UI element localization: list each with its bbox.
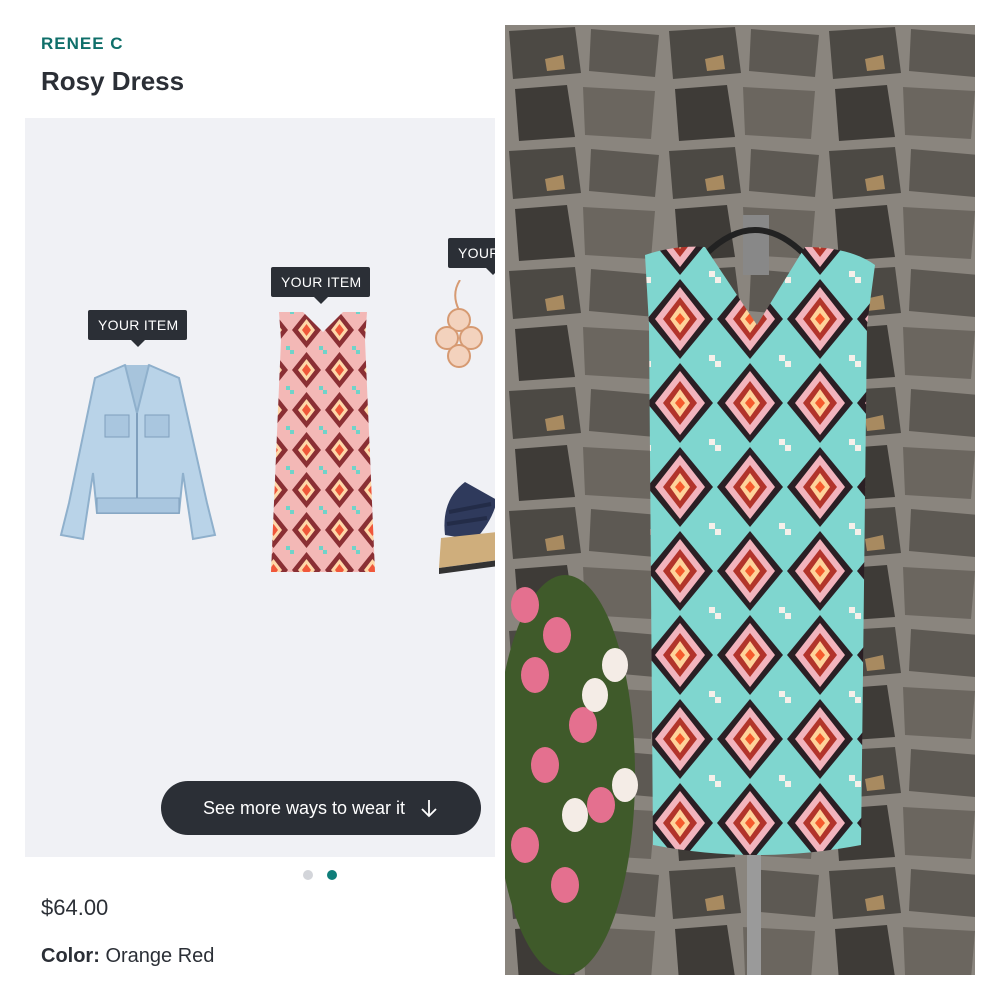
dress-on-mannequin-photo <box>505 25 975 975</box>
product-color: Color: Orange Red <box>41 945 214 968</box>
arrow-down-icon <box>421 800 437 818</box>
denim-jacket-image[interactable] <box>55 353 220 543</box>
product-title: Rosy Dress <box>41 66 185 96</box>
page-dot-1[interactable] <box>303 870 313 880</box>
your-item-tag: YOUR ITEM <box>271 267 370 304</box>
brand-name[interactable]: RENEE C <box>41 34 124 54</box>
your-item-tag: YOUR ITEM <box>88 310 187 347</box>
see-more-ways-label: See more ways to wear it <box>202 797 406 818</box>
page-dot-2-active[interactable] <box>327 870 337 880</box>
wedge-sandal-image[interactable] <box>435 480 495 575</box>
outfit-carousel[interactable]: YOUR ITEM YOUR ITEM YOUR See more ways t… <box>25 118 495 857</box>
your-item-tag: YOUR <box>448 238 495 275</box>
rosy-dress-image[interactable] <box>257 310 389 580</box>
earring-image[interactable] <box>435 280 485 380</box>
color-value: Orange Red <box>105 945 215 967</box>
carousel-pagination <box>303 870 337 880</box>
product-panel: RENEE C Rosy Dress YOUR ITEM YOUR ITEM Y… <box>0 0 500 1000</box>
see-more-ways-button[interactable]: See more ways to wear it <box>161 781 481 835</box>
product-price: $64.00 <box>41 895 109 920</box>
color-label: Color: <box>41 945 100 967</box>
